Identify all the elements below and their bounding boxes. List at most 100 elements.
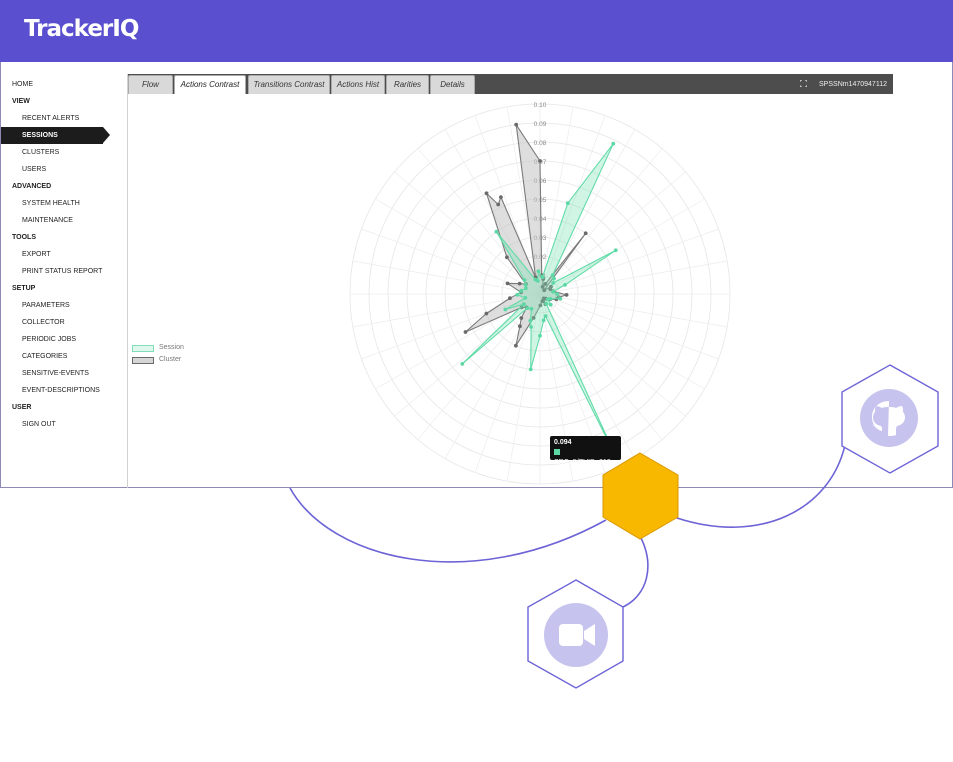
tooltip-label: SRC=5/EVID=313 [554,459,611,466]
tab-bar: SPSSNm1470947112 Flow Actions Contrast Tra… [128,74,893,94]
series-session-point [565,201,570,206]
sidebar-item-periodic-jobs[interactable]: PERIODIC JOBS [1,331,121,348]
tab-transitions-contrast[interactable]: Transitions Contrast [248,75,330,94]
series-session-point [494,229,499,234]
series-session-point [523,296,528,300]
tab-flow[interactable]: Flow [128,75,173,94]
series-cluster-point [484,191,489,196]
series-session-point [529,325,533,329]
series-session-point [522,278,527,282]
series-session-point [529,306,534,311]
sidebar-item-setup: SETUP [12,285,36,292]
grid-spoke [394,171,541,295]
legend-session-swatch [132,344,154,352]
series-session-point [543,314,548,318]
series-cluster-point [484,311,489,316]
sidebar-item-export[interactable]: EXPORT [1,246,121,263]
series-session-point [558,296,563,301]
series-cluster-point [518,324,522,329]
trackeriq-logo[interactable]: TrackerIQ [24,16,139,42]
series-cluster-point [505,281,510,286]
series-session-point [548,302,553,307]
sidebar-item-recent-alerts[interactable]: RECENT ALERTS [1,110,121,127]
series-session-point [522,302,526,306]
series-cluster-point [517,281,522,286]
tooltip-label-row: SRC=5/EVID=313 [554,448,617,468]
series-cluster-point [583,231,588,236]
tab-actions-hist[interactable]: Actions Hist [331,75,385,94]
sidebar-item-sessions[interactable]: SESSIONS [1,127,110,144]
sidebar-item-users[interactable]: USERS [1,161,121,178]
tick-label: 0.09 [534,121,547,128]
tab-rarities[interactable]: Rarities [386,75,429,94]
series-session-point [541,318,546,323]
series-cluster-point [519,316,524,320]
sidebar-item-maintenance[interactable]: MAINTENANCE [1,212,121,229]
legend-cluster[interactable]: Cluster [132,354,184,366]
video-badge [527,579,624,689]
session-id-area: SPSSNm1470947112 [800,79,887,88]
series-session-point [503,307,508,312]
legend-session-label: Session [159,344,184,351]
series-session-point [515,292,520,297]
series-session-point [555,292,559,296]
series-cluster-point [463,330,468,334]
legend-session[interactable]: Session [132,342,184,354]
tab-details[interactable]: Details [430,75,475,94]
series-session-point [523,283,528,287]
sidebar-item-sign-out[interactable]: SIGN OUT [1,416,121,433]
fullscreen-icon[interactable] [800,80,808,87]
series-session-point [525,306,530,310]
series-session-point [563,283,567,287]
series-cluster-point [496,202,501,207]
sidebar-item-categories[interactable]: CATEGORIES [1,348,121,365]
sidebar-item-advanced: ADVANCED [12,183,52,190]
series-session-point [528,318,533,323]
tab-actions-contrast[interactable]: Actions Contrast [174,75,246,94]
sidebar-item-collector[interactable]: COLLECTOR [1,314,121,331]
series-session-point [550,273,555,277]
series-session-point [551,289,555,294]
sidebar-item-clusters[interactable]: CLUSTERS [1,144,121,161]
series-session-point [528,367,533,372]
series-session-point [535,279,540,283]
sidebar-item-event-descriptions[interactable]: EVENT-DESCRIPTIONS [1,382,121,399]
series-cluster-point [538,159,542,163]
chart-legend: Session Cluster [132,342,184,366]
series-session-point [524,286,528,291]
sidebar-item-tools: TOOLS [12,234,36,241]
grid-spoke [539,293,686,417]
top-header: TrackerIQ [0,0,953,62]
sidebar-item-print-status-report[interactable]: PRINT STATUS REPORT [1,263,121,280]
series-session-point [544,301,549,306]
series-cluster-point [508,296,512,301]
grid-spoke [539,293,663,440]
sidebar-item-sensitive-events[interactable]: SENSITIVE-EVENTS [1,365,121,382]
sidebar-item-system-health[interactable]: SYSTEM HEALTH [1,195,121,212]
legend-cluster-label: Cluster [159,356,182,363]
series-session-point [519,288,524,293]
series-cluster-point [505,255,509,260]
series-cluster-point [564,293,569,297]
sidebar-item-parameters[interactable]: PARAMETERS [1,297,121,314]
series-session-point [551,281,555,285]
tooltip-value: 0.094 [554,439,572,446]
series-session-point [545,297,550,302]
connector-curve-left [289,487,607,563]
tick-label: 0.10 [534,102,547,109]
series-session-point [540,275,545,279]
series-session-point [460,362,465,366]
series-cluster-point [514,343,518,348]
radar-chart: 0.100.090.080.070.060.050.040.030.020.01 [349,102,731,485]
video-camera-icon [559,624,595,646]
tooltip-swatch [554,449,560,455]
series-session-point [552,276,556,281]
series-cluster-point [499,195,503,199]
grid-spoke [417,293,541,440]
sidebar-item-home[interactable]: HOME [1,76,121,93]
series-session-point [536,269,541,274]
connector-curve-bottom [622,535,649,608]
tick-label: 0.08 [534,140,547,147]
session-id: SPSSNm1470947112 [819,81,887,88]
series-cluster-point [514,122,519,127]
